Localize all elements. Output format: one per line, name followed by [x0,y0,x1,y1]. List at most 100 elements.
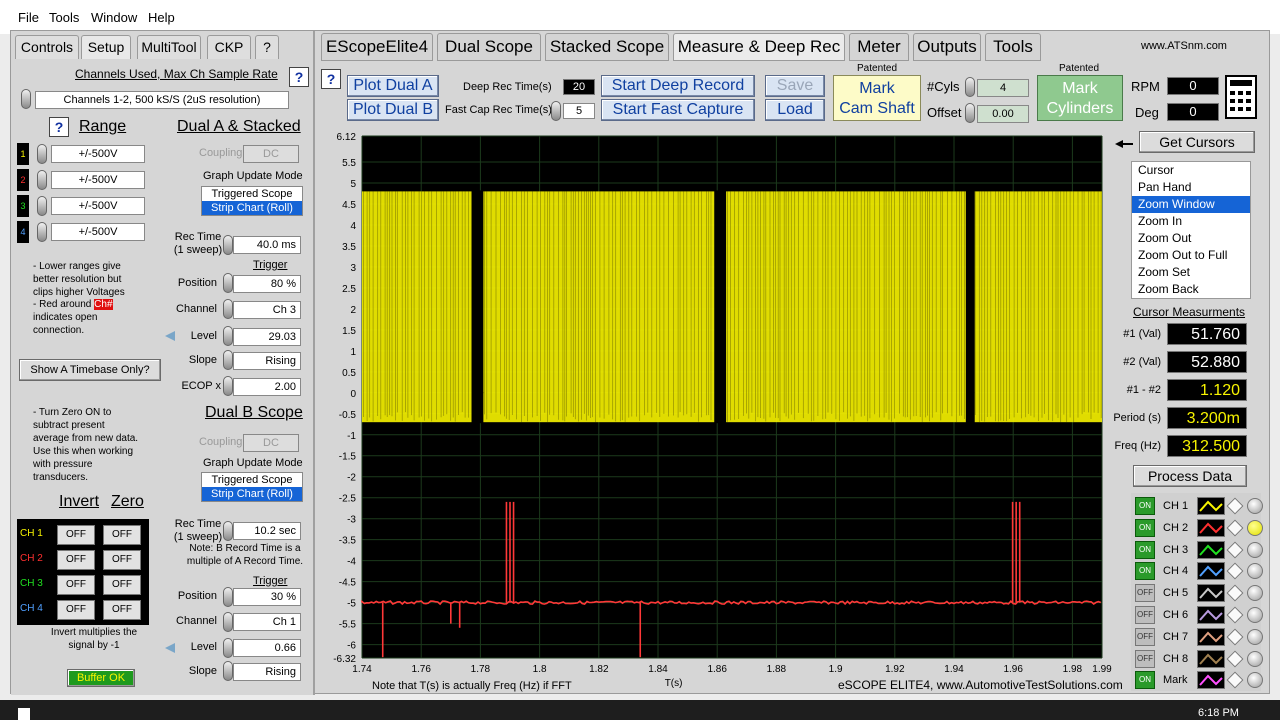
mark-cylinders-button[interactable]: Mark Cylinders [1037,75,1123,121]
channel-toggle[interactable]: ON [1135,518,1155,537]
scope-plot-svg[interactable]: 1.74 1.76 1.78 1.8 1.82 1.84 1.86 1.88 1.9 1.92 1.… [316,130,1116,690]
channel-select-knob[interactable] [1247,498,1263,514]
dual-a-slope[interactable]: Rising [233,352,301,370]
dual-a-channel-spinner[interactable] [223,299,233,319]
cursor-menu-item[interactable]: Pan Hand [1132,179,1250,196]
offset-value[interactable]: 0.00 [977,105,1029,123]
tab-meter[interactable]: Meter [849,33,909,61]
dual-a-slope-spinner[interactable] [223,350,233,370]
dual-b-rec-spinner[interactable] [223,521,233,541]
dual-b-mode-triggered[interactable]: Triggered Scope [202,473,302,487]
tab-controls[interactable]: Controls [15,35,79,59]
cursor-menu-item[interactable]: Zoom In [1132,213,1250,230]
plot-dual-a-button[interactable]: Plot Dual A [347,75,439,97]
range-field-4[interactable]: +/-500V [51,223,145,241]
channel-toggle[interactable]: OFF [1135,649,1155,668]
channel-toggle[interactable]: OFF [1135,627,1155,646]
start-deep-record-button[interactable]: Start Deep Record [601,75,755,97]
cursor-menu-item[interactable]: Zoom Out to Full [1132,247,1250,264]
channels-help-button[interactable]: ? [289,67,309,87]
tab-measure-deep-rec[interactable]: Measure & Deep Rec [673,33,845,61]
load-button[interactable]: Load [765,99,825,121]
range-spinner-2[interactable] [37,170,47,190]
cyls-value[interactable]: 4 [977,79,1029,97]
dual-a-rec-spinner[interactable] [223,235,233,255]
dual-a-position[interactable]: 80 % [233,275,301,293]
menu-help[interactable]: Help [148,10,175,25]
dual-b-position[interactable]: 30 % [233,588,301,606]
channel-select-knob[interactable] [1247,541,1263,558]
fast-cap-value[interactable]: 5 [563,103,595,119]
range-field-3[interactable]: +/-500V [51,197,145,215]
channel-select-knob[interactable] [1247,519,1263,536]
get-cursors-button[interactable]: Get Cursors [1139,131,1255,153]
channel-toggle[interactable]: ON [1135,562,1155,581]
range-field-2[interactable]: +/-500V [51,171,145,189]
dual-b-position-spinner[interactable] [223,587,233,607]
range-spinner-3[interactable] [37,196,47,216]
channels-used-field[interactable]: Channels 1-2, 500 kS/S (2uS resolution) [35,91,289,109]
dual-b-level-spinner[interactable] [223,638,233,658]
invert-toggle-1[interactable]: OFF [57,525,95,545]
channel-select-knob[interactable] [1247,628,1263,645]
save-button[interactable]: Save [765,75,825,97]
menu-tools[interactable]: Tools [49,10,79,25]
channel-select-knob[interactable] [1247,607,1263,623]
dual-a-level-spinner[interactable] [223,326,233,346]
menu-window[interactable]: Window [91,10,137,25]
show-timebase-button[interactable]: Show A Timebase Only? [19,359,161,381]
tab-outputs[interactable]: Outputs [913,33,981,61]
invert-toggle-2[interactable]: OFF [57,550,95,570]
dual-b-channel-spinner[interactable] [223,612,233,632]
cursor-menu-item[interactable]: Zoom Out [1132,230,1250,247]
dual-b-rec-field[interactable]: 10.2 sec [233,522,301,540]
tab-multitool[interactable]: MultiTool [137,35,201,59]
dual-b-level[interactable]: 0.66 [233,639,301,657]
cursor-menu-item[interactable]: Zoom Set [1132,264,1250,281]
range-spinner-4[interactable] [37,222,47,242]
tab-ckp[interactable]: CKP [207,35,251,59]
channel-toggle[interactable]: OFF [1135,606,1155,624]
dual-a-rec-field[interactable]: 40.0 ms [233,236,301,254]
start-fast-capture-button[interactable]: Start Fast Capture [601,99,755,121]
dual-a-position-spinner[interactable] [223,273,233,293]
mark-cam-shaft-button[interactable]: Mark Cam Shaft [833,75,921,121]
dual-a-mode-strip[interactable]: Strip Chart (Roll) [202,201,302,215]
cursor-menu-item[interactable]: Zoom Back [1132,281,1250,298]
cyls-spinner[interactable] [965,77,975,97]
channel-toggle[interactable]: ON [1135,671,1155,690]
dual-b-coupling[interactable]: DC [243,434,299,452]
plot-dual-b-button[interactable]: Plot Dual B [347,99,439,121]
channel-select-knob[interactable] [1247,650,1263,667]
measure-help-button[interactable]: ? [321,69,341,89]
tab-stacked-scope[interactable]: Stacked Scope [545,33,669,61]
range-field-1[interactable]: +/-500V [51,145,145,163]
offset-spinner[interactable] [965,103,975,123]
tab-setup[interactable]: Setup [81,35,131,59]
deep-rec-value[interactable]: 20 [563,79,595,95]
dual-a-channel[interactable]: Ch 3 [233,301,301,319]
windows-start-icon[interactable] [18,708,30,720]
dual-a-mode-list[interactable]: Triggered Scope Strip Chart (Roll) [201,186,303,216]
zero-toggle-2[interactable]: OFF [103,550,141,570]
dual-b-channel[interactable]: Ch 1 [233,613,301,631]
dual-a-mode-triggered[interactable]: Triggered Scope [202,187,302,201]
zero-toggle-3[interactable]: OFF [103,575,141,595]
invert-toggle-4[interactable]: OFF [57,600,95,620]
scope-plot[interactable]: 1.74 1.76 1.78 1.8 1.82 1.84 1.86 1.88 1.9 1.92 1.… [316,130,1116,690]
tab-help[interactable]: ? [255,35,279,59]
dual-b-slope[interactable]: Rising [233,663,301,681]
dual-a-coupling[interactable]: DC [243,145,299,163]
process-data-button[interactable]: Process Data [1133,465,1247,487]
tab-dual-scope[interactable]: Dual Scope [437,33,541,61]
dual-b-mode-list[interactable]: Triggered Scope Strip Chart (Roll) [201,472,303,502]
invert-toggle-3[interactable]: OFF [57,575,95,595]
calculator-icon[interactable] [1225,75,1257,119]
range-help-button[interactable]: ? [49,117,69,137]
channel-toggle[interactable]: ON [1135,540,1155,559]
dual-a-ecop-spinner[interactable] [223,376,233,396]
cursor-menu-item[interactable]: Cursor [1132,162,1250,179]
zero-toggle-4[interactable]: OFF [103,600,141,620]
dual-b-slope-spinner[interactable] [223,661,233,681]
dual-b-mode-strip[interactable]: Strip Chart (Roll) [202,487,302,501]
